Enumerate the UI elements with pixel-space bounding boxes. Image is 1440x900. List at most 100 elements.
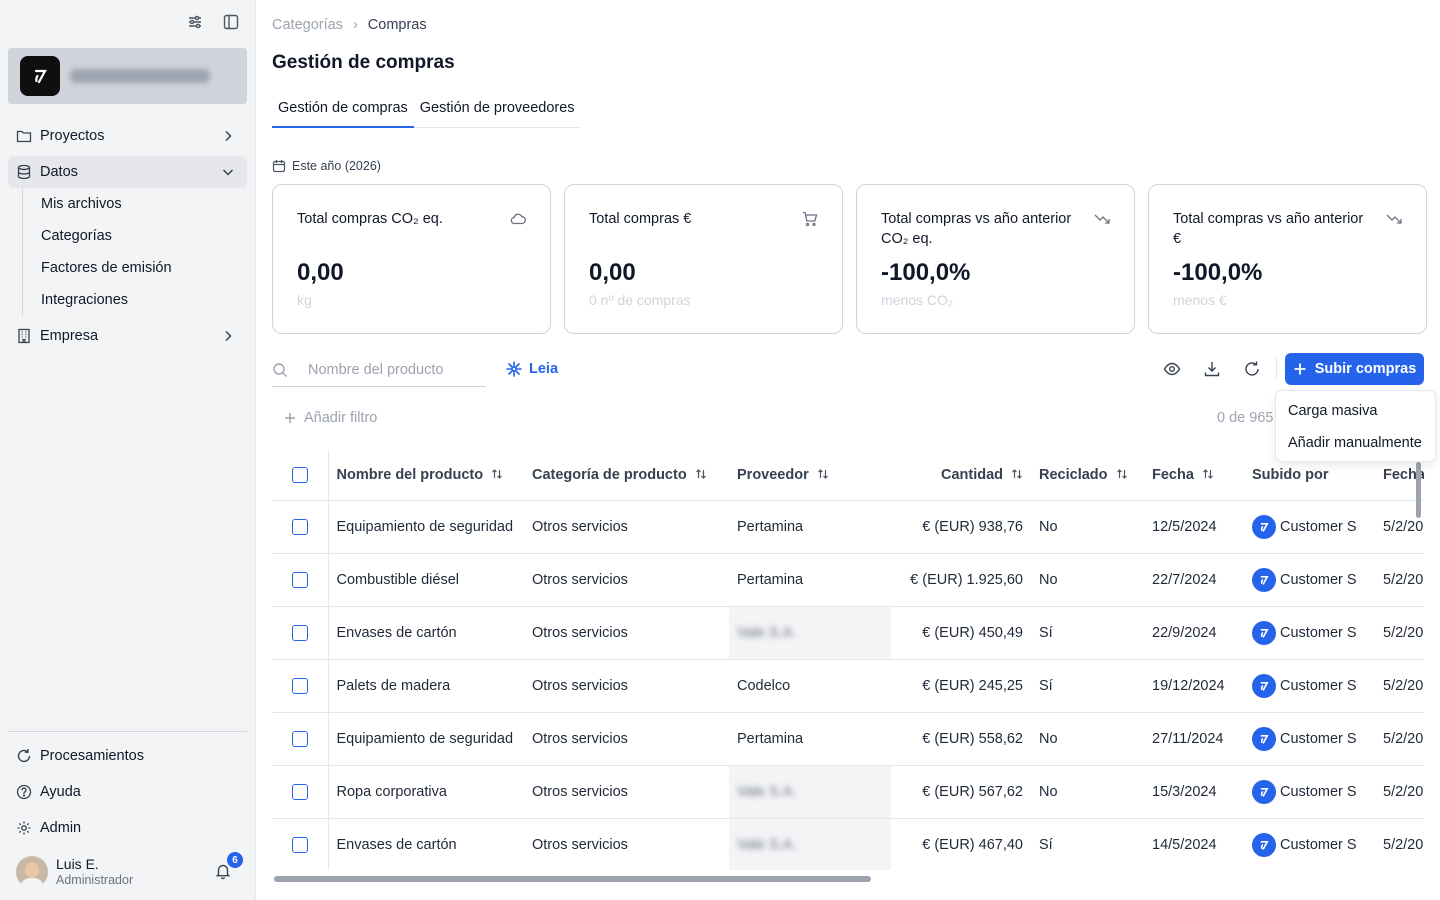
sidebar-subitem-mis-archivos[interactable]: Mis archivos	[23, 188, 242, 220]
cell-product-name: Equipamiento de seguridad	[328, 712, 524, 766]
uploader-logo	[1252, 514, 1276, 539]
search-input[interactable]	[308, 361, 478, 378]
table-row[interactable]: Envases de cartón Otros servicios Vale S…	[272, 606, 1424, 660]
sidebar-subitem-categorias[interactable]: Categorías	[23, 220, 242, 252]
header-categoria[interactable]: Categoría de producto	[524, 450, 729, 501]
row-checkbox[interactable]	[291, 836, 308, 853]
table-row[interactable]: Ropa corporativa Otros servicios Vale S.…	[272, 765, 1424, 819]
card-value: 0,00	[589, 259, 636, 286]
chevron-right-icon	[225, 130, 232, 142]
row-checkbox[interactable]	[291, 571, 308, 588]
tab-gestion-compras[interactable]: Gestión de compras	[272, 96, 414, 128]
sidebar-item-procesamientos[interactable]: Procesamientos	[8, 740, 247, 772]
cell-upload-date: 5/2/2026	[1375, 712, 1424, 766]
sidebar-item-ayuda[interactable]: Ayuda	[8, 776, 247, 808]
breadcrumb-parent[interactable]: Categorías	[272, 17, 343, 33]
period-selector[interactable]: Este año (2026)	[272, 159, 381, 173]
horizontal-scrollbar[interactable]	[274, 876, 871, 882]
uploader-logo	[1252, 832, 1276, 857]
header-nombre[interactable]: Nombre del producto	[328, 450, 524, 501]
kpi-cards: Total compras CO₂ eq. 0,00 kg Total comp…	[272, 184, 1427, 334]
sort-icon	[1012, 468, 1022, 479]
chevron-down-icon	[222, 169, 234, 176]
row-checkbox[interactable]	[291, 624, 308, 641]
cell-date: 22/9/2024	[1144, 606, 1244, 660]
header-proveedor[interactable]: Proveedor	[729, 450, 891, 501]
cell-date: 27/11/2024	[1144, 712, 1244, 766]
menu-item-bulk-upload[interactable]: Carga masiva	[1276, 395, 1435, 427]
cell-product-name: Envases de cartón	[328, 606, 524, 660]
chevron-right-icon	[225, 330, 232, 342]
download-icon[interactable]	[1203, 360, 1221, 378]
sidebar-item-empresa[interactable]: Empresa	[8, 320, 247, 352]
breadcrumb-current: Compras	[367, 17, 427, 33]
cell-uploader: Customer S	[1244, 553, 1375, 607]
building-icon	[18, 328, 30, 344]
notification-badge: 6	[227, 852, 243, 868]
trend-down-icon	[1386, 214, 1402, 224]
cell-uploader: Customer S	[1244, 712, 1375, 766]
table-row[interactable]: Equipamiento de seguridad Otros servicio…	[272, 500, 1424, 554]
cell-uploader: Customer S	[1244, 500, 1375, 554]
sidebar-toggle-icon[interactable]	[223, 14, 239, 30]
plus-icon	[285, 413, 295, 423]
sidebar-subitem-factores[interactable]: Factores de emisión	[23, 252, 242, 284]
upload-dropdown-menu: Carga masiva Añadir manualmente	[1275, 390, 1436, 462]
cell-amount: € (EUR) 1.925,60	[891, 553, 1031, 607]
cell-category: Otros servicios	[524, 553, 729, 607]
table-row[interactable]: Envases de cartón Otros servicios Vale S…	[272, 818, 1424, 870]
select-all-checkbox[interactable]	[291, 466, 308, 483]
sidebar-item-admin[interactable]: Admin	[8, 812, 247, 844]
add-filter-button[interactable]: Añadir filtro	[284, 410, 377, 426]
user-name: Luis E.	[56, 856, 99, 872]
card-value: -100,0%	[1173, 259, 1263, 286]
table-row[interactable]: Palets de madera Otros servicios Codelco…	[272, 659, 1424, 713]
uploader-name: Customer S	[1280, 677, 1357, 694]
cell-supplier: Vale S.A.	[729, 765, 891, 819]
search-bar	[272, 353, 486, 387]
row-checkbox[interactable]	[291, 783, 308, 800]
table-body: Equipamiento de seguridad Otros servicio…	[272, 500, 1424, 870]
table-row[interactable]: Equipamiento de seguridad Otros servicio…	[272, 712, 1424, 766]
kpi-card-co2-vs-prev: Total compras vs año anterior CO₂ eq. -1…	[856, 184, 1135, 334]
plus-icon	[1294, 363, 1306, 375]
breadcrumb-separator: ›	[352, 17, 358, 33]
header-fecha[interactable]: Fecha	[1144, 450, 1244, 501]
app-logo	[20, 56, 60, 96]
row-checkbox[interactable]	[291, 518, 308, 535]
header-reciclado[interactable]: Reciclado	[1031, 450, 1144, 501]
user-profile[interactable]: Luis E. Administrador	[16, 856, 133, 888]
upload-purchases-button[interactable]: Subir compras	[1285, 353, 1424, 385]
row-select-cell	[272, 765, 329, 819]
sidebar-item-datos[interactable]: Datos	[8, 156, 247, 188]
refresh-icon[interactable]	[1243, 360, 1261, 378]
vertical-scrollbar[interactable]	[1416, 462, 1421, 518]
cell-amount: € (EUR) 245,25	[891, 659, 1031, 713]
cell-product-name: Ropa corporativa	[328, 765, 524, 819]
upload-label: Subir compras	[1314, 361, 1417, 377]
cell-uploader: Customer S	[1244, 765, 1375, 819]
organization-switcher[interactable]	[8, 48, 247, 104]
avatar	[16, 856, 48, 888]
sidebar-item-label: Admin	[40, 820, 82, 836]
period-label: Este año (2026)	[292, 159, 381, 173]
cell-amount: € (EUR) 938,76	[891, 500, 1031, 554]
menu-item-add-manually[interactable]: Añadir manualmente	[1276, 427, 1435, 459]
row-checkbox[interactable]	[291, 677, 308, 694]
cell-supplier: Pertamina	[729, 712, 891, 766]
uploader-logo	[1252, 779, 1276, 804]
table-row[interactable]: Combustible diésel Otros servicios Perta…	[272, 553, 1424, 607]
eye-icon[interactable]	[1163, 360, 1181, 378]
leia-button[interactable]: Leia	[505, 360, 558, 378]
sidebar-subitem-integraciones[interactable]: Integraciones	[23, 284, 242, 316]
sliders-icon[interactable]	[187, 14, 203, 30]
header-cantidad[interactable]: Cantidad	[891, 450, 1031, 501]
sidebar-item-label: Procesamientos	[40, 748, 144, 764]
cart-icon	[803, 211, 818, 227]
tabs: Gestión de compras Gestión de proveedore…	[272, 96, 581, 128]
sidebar-item-proyectos[interactable]: Proyectos	[8, 120, 247, 152]
cell-recycled: No	[1031, 500, 1144, 554]
row-checkbox[interactable]	[291, 730, 308, 747]
card-title: Total compras CO₂ eq.	[297, 211, 443, 227]
tab-gestion-proveedores[interactable]: Gestión de proveedores	[414, 96, 581, 128]
